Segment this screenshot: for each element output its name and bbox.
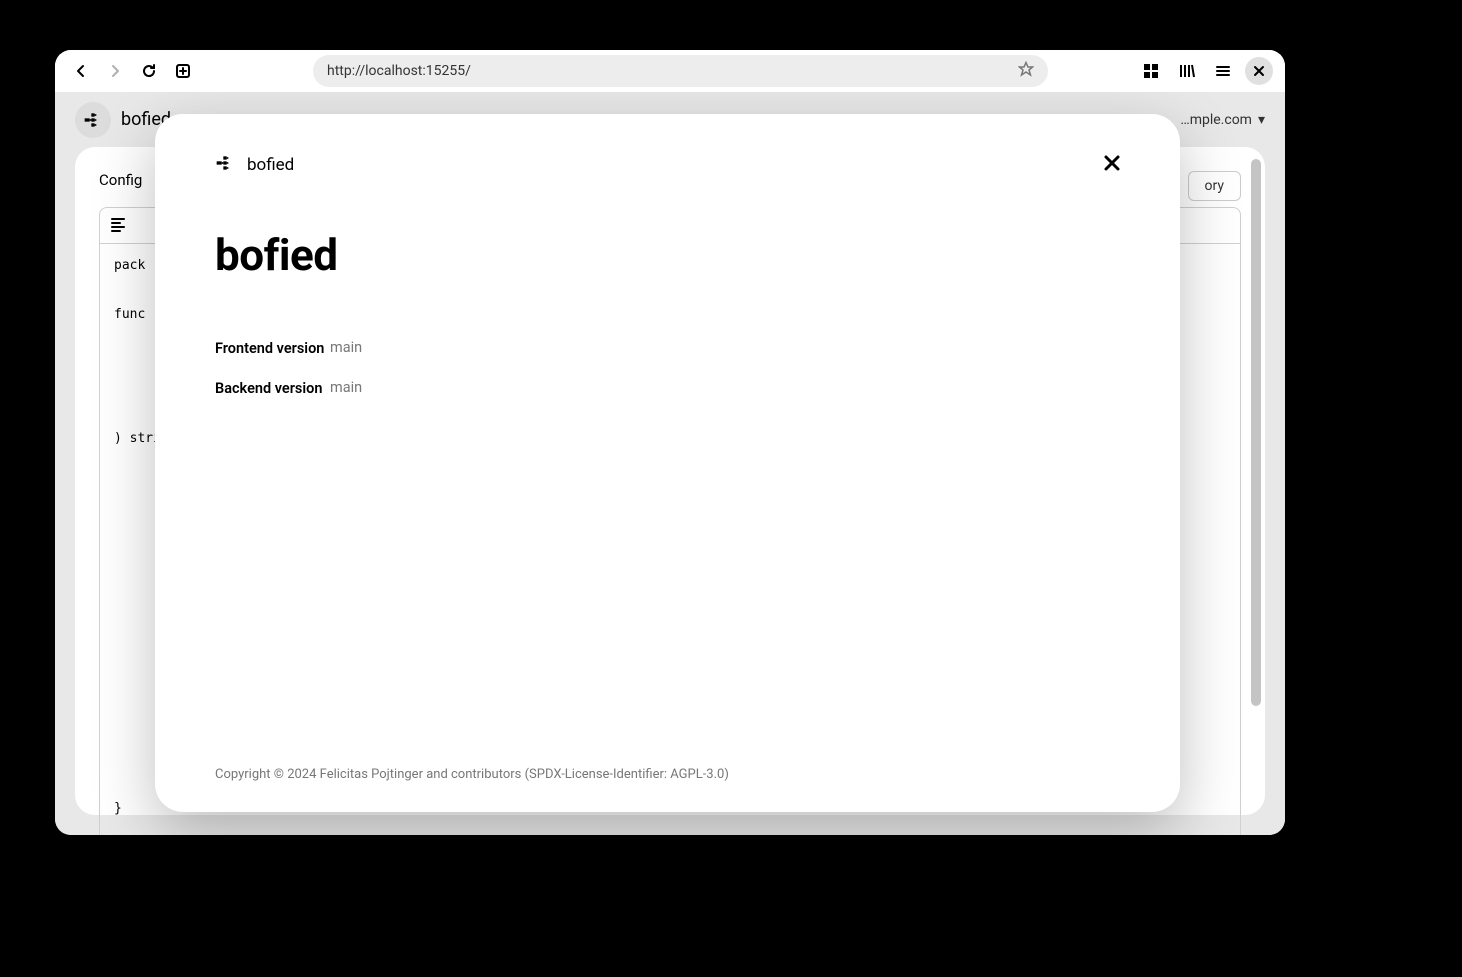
library-icon[interactable]: [1173, 57, 1201, 85]
modal-title: bofied: [215, 229, 1120, 281]
url-text: http://localhost:15255/: [327, 63, 471, 79]
window-close-button[interactable]: [1245, 57, 1273, 85]
version-value-backend: main: [330, 379, 362, 399]
app-content: bofied …mple.com ▾ Config ory pack: [55, 92, 1285, 835]
browser-toolbar: http://localhost:15255/: [55, 50, 1285, 92]
browser-window: http://localhost:15255/: [55, 50, 1285, 835]
version-label-frontend: Frontend version: [215, 339, 330, 359]
forward-button[interactable]: [101, 57, 129, 85]
modal-brand-name: bofied: [247, 155, 294, 175]
modal-overlay: bofied bofied Frontend version main Back…: [55, 92, 1285, 835]
bookmark-star-icon[interactable]: [1018, 61, 1034, 81]
back-button[interactable]: [67, 57, 95, 85]
version-label-backend: Backend version: [215, 379, 330, 399]
reload-button[interactable]: [135, 57, 163, 85]
new-tab-button[interactable]: [169, 57, 197, 85]
grid-icon[interactable]: [1137, 57, 1165, 85]
about-modal: bofied bofied Frontend version main Back…: [155, 114, 1180, 812]
modal-footer: Copyright © 2024 Felicitas Pojtinger and…: [215, 767, 1120, 782]
modal-logo-icon: [215, 153, 235, 177]
modal-close-button[interactable]: [1104, 152, 1120, 177]
modal-header: bofied: [215, 152, 1120, 177]
version-row: Frontend version main: [215, 339, 1120, 359]
version-value-frontend: main: [330, 339, 362, 359]
toolbar-right: [1137, 57, 1273, 85]
version-table: Frontend version main Backend version ma…: [215, 339, 1120, 418]
url-bar[interactable]: http://localhost:15255/: [313, 55, 1048, 87]
menu-icon[interactable]: [1209, 57, 1237, 85]
modal-brand: bofied: [215, 153, 294, 177]
version-row: Backend version main: [215, 379, 1120, 399]
